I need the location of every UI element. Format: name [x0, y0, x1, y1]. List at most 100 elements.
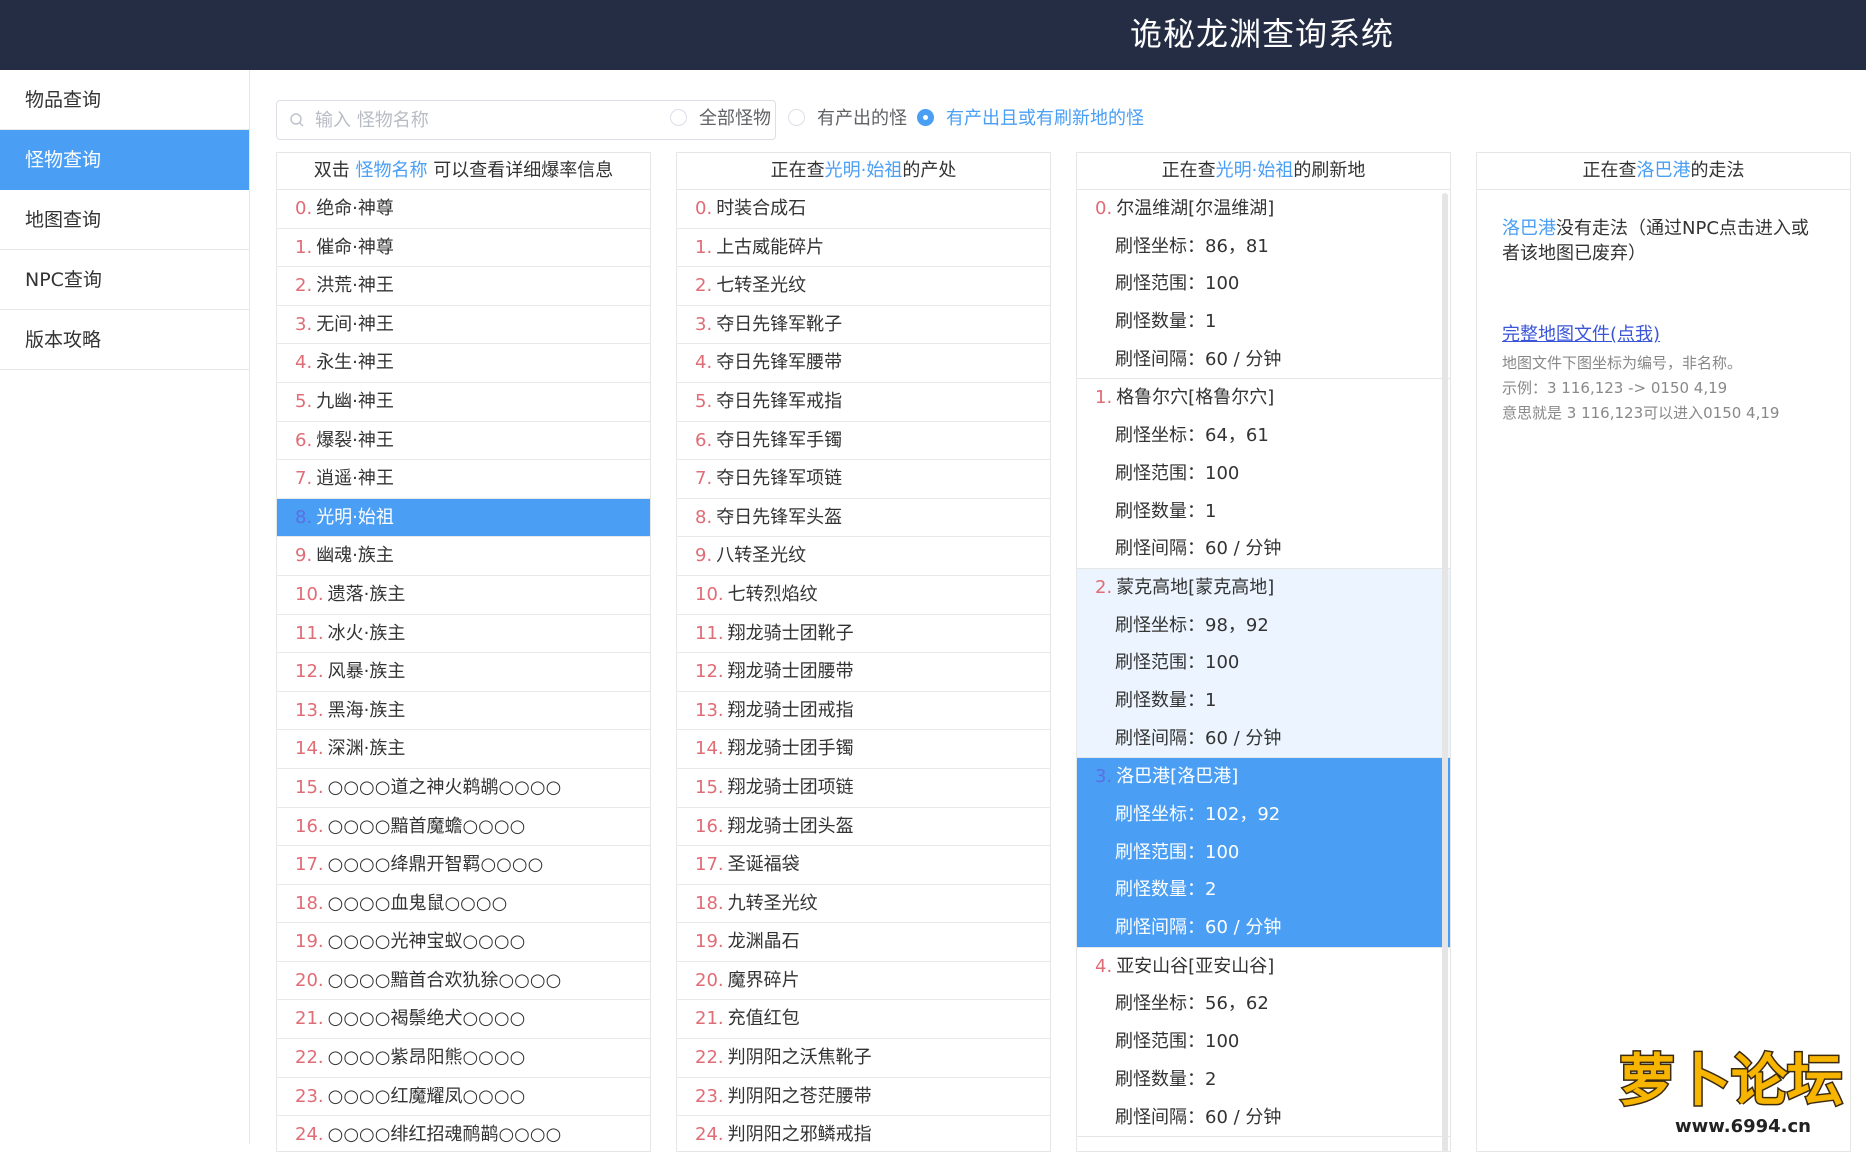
monster-row[interactable]: 11. 冰火·族主 — [277, 615, 650, 654]
spawn-count-line: 刷怪数量：2 — [1077, 1061, 1450, 1099]
drop-row[interactable]: 0. 时装合成石 — [677, 190, 1050, 229]
monster-row[interactable]: 10. 遗落·族主 — [277, 576, 650, 615]
drop-row[interactable]: 16. 翔龙骑士团头盔 — [677, 808, 1050, 847]
row-index: 2. — [295, 275, 313, 297]
monster-row[interactable]: 3. 无间·神王 — [277, 306, 650, 345]
spawn-count-line: 刷怪数量：1 — [1077, 682, 1450, 720]
monster-row[interactable]: 6. 爆裂·神王 — [277, 422, 650, 461]
drop-row[interactable]: 21. 充值红包 — [677, 1000, 1050, 1040]
header-text: 的走法 — [1690, 160, 1745, 181]
monster-row[interactable]: 5. 九幽·神王 — [277, 383, 650, 422]
monster-name: 深渊·族主 — [327, 738, 406, 760]
drop-row[interactable]: 24. 判阴阳之邪鳞戒指 — [677, 1116, 1050, 1151]
note-line: 意思就是 3 116,123可以进入0150 4,19 — [1502, 404, 1780, 422]
monster-row[interactable]: 0. 绝命·神尊 — [277, 190, 650, 229]
drop-row[interactable]: 7. 夺日先锋军项链 — [677, 460, 1050, 499]
drop-row[interactable]: 15. 翔龙骑士团项链 — [677, 769, 1050, 808]
drop-item-name: 翔龙骑士团头盔 — [727, 815, 854, 837]
row-index: 17. — [695, 854, 724, 876]
row-index: 22. — [695, 1047, 724, 1069]
monster-row[interactable]: 19. ○○○○光神宝蚁○○○○ — [277, 923, 650, 962]
monster-row[interactable]: 8. 光明·始祖 — [277, 498, 650, 538]
monster-row[interactable]: 14. 深渊·族主 — [277, 730, 650, 769]
sidebar-item-guide[interactable]: 版本攻略 — [0, 310, 249, 370]
map-name: 洛巴港 — [1502, 218, 1556, 239]
drop-row[interactable]: 3. 夺日先锋军靴子 — [677, 306, 1050, 345]
sidebar-item-npc-query[interactable]: NPC查询 — [0, 250, 249, 310]
filter-with-drops[interactable]: 有产出的怪 — [788, 102, 907, 132]
monster-row[interactable]: 18. ○○○○血鬼鼠○○○○ — [277, 885, 650, 924]
monster-row[interactable]: 13. 黑海·族主 — [277, 692, 650, 731]
route-body: 洛巴港没有走法（通过NPC点击进入或者该地图已废弃） 完整地图文件(点我) 地图… — [1477, 190, 1850, 426]
drop-item-name: 充值红包 — [727, 1008, 800, 1030]
drop-item-name: 七转圣光纹 — [716, 275, 807, 297]
drop-item-name: 夺日先锋军戒指 — [716, 390, 843, 412]
drop-row[interactable]: 6. 夺日先锋军手镯 — [677, 422, 1050, 461]
monster-name: ○○○○光神宝蚁○○○○ — [327, 931, 526, 953]
row-index: 7. — [295, 468, 313, 490]
row-index: 4. — [295, 352, 313, 374]
header-text: 的产处 — [902, 160, 957, 181]
drop-row[interactable]: 12. 翔龙骑士团腰带 — [677, 653, 1050, 692]
drop-row[interactable]: 11. 翔龙骑士团靴子 — [677, 615, 1050, 654]
spawn-map-group[interactable]: 1. 格鲁尔穴[格鲁尔穴] 刷怪坐标：64，61 刷怪范围：100 刷怪数量：1 刷怪间隔… — [1077, 379, 1450, 569]
radio-dot — [917, 108, 934, 126]
sidebar-item-monster-query[interactable]: 怪物查询 — [0, 130, 249, 190]
monster-row[interactable]: 23. ○○○○红魔耀凤○○○○ — [277, 1078, 650, 1117]
row-index: 13. — [695, 699, 724, 721]
monster-row[interactable]: 15. ○○○○道之神火鹈鹕○○○○ — [277, 769, 650, 808]
scrollbar[interactable] — [1442, 193, 1448, 1151]
drop-row[interactable]: 19. 龙渊晶石 — [677, 923, 1050, 962]
monster-row[interactable]: 12. 风暴·族主 — [277, 653, 650, 692]
spawn-interval-line: 刷怪间隔：60 / 分钟 — [1077, 1099, 1450, 1137]
monster-row[interactable]: 20. ○○○○黯首合欢犰狳○○○○ — [277, 962, 650, 1001]
drop-row[interactable]: 1. 上古威能碎片 — [677, 229, 1050, 268]
monster-row[interactable]: 21. ○○○○褐鬃绝犬○○○○ — [277, 1000, 650, 1040]
spawn-map-group[interactable]: 3. 洛巴港[洛巴港] 刷怪坐标：102，92 刷怪范围：100 刷怪数量：2 刷怪间隔：… — [1077, 758, 1450, 948]
filter-label: 有产出的怪 — [817, 108, 907, 129]
drop-row[interactable]: 5. 夺日先锋军戒指 — [677, 383, 1050, 422]
monster-row[interactable]: 1. 催命·神尊 — [277, 229, 650, 268]
monster-list-panel: 双击 怪物名称 可以查看详细爆率信息 0. 绝命·神尊 1. 催命·神尊 2. 洪荒·神王… — [276, 152, 651, 1152]
filter-label: 有产出且或有刷新地的怪 — [946, 108, 1144, 129]
drop-row[interactable]: 18. 九转圣光纹 — [677, 885, 1050, 924]
drop-row[interactable]: 20. 魔界碎片 — [677, 962, 1050, 1001]
spawn-count-value: 1 — [1205, 500, 1217, 522]
filter-drops-or-spawns[interactable]: 有产出且或有刷新地的怪 — [917, 102, 1144, 132]
drop-row[interactable]: 9. 八转圣光纹 — [677, 537, 1050, 576]
drop-row[interactable]: 22. 判阴阳之沃焦靴子 — [677, 1039, 1050, 1078]
spawn-count-value: 1 — [1205, 689, 1217, 711]
drop-row[interactable]: 2. 七转圣光纹 — [677, 267, 1050, 306]
monster-row[interactable]: 7. 逍遥·神王 — [277, 460, 650, 499]
drop-row[interactable]: 13. 翔龙骑士团戒指 — [677, 692, 1050, 731]
monster-row[interactable]: 24. ○○○○绯红招魂鸸鹋○○○○ — [277, 1116, 650, 1151]
monster-row[interactable]: 9. 幽魂·族主 — [277, 537, 650, 576]
monster-row[interactable]: 22. ○○○○紫昂阳熊○○○○ — [277, 1039, 650, 1078]
row-index: 12. — [295, 661, 324, 683]
monster-row[interactable]: 16. ○○○○黯首魔蟾○○○○ — [277, 808, 650, 847]
monster-row[interactable]: 4. 永生·神王 — [277, 344, 650, 383]
spawn-interval-value: 60 / 分钟 — [1205, 538, 1282, 560]
sidebar-item-item-query[interactable]: 物品查询 — [0, 70, 249, 130]
monster-name: ○○○○道之神火鹈鹕○○○○ — [327, 776, 562, 798]
drop-row[interactable]: 4. 夺日先锋军腰带 — [677, 344, 1050, 383]
row-index: 9. — [295, 545, 313, 567]
header-highlight: 洛巴港 — [1636, 160, 1691, 181]
spawn-map-group[interactable]: 2. 蒙克高地[蒙克高地] 刷怪坐标：98，92 刷怪范围：100 刷怪数量：1 刷怪间隔… — [1077, 568, 1450, 759]
drop-row[interactable]: 23. 判阴阳之苍茫腰带 — [677, 1078, 1050, 1117]
spawn-map-group[interactable]: 0. 尔温维湖[尔温维湖] 刷怪坐标：86，81 刷怪范围：100 刷怪数量：1 刷怪间隔… — [1077, 190, 1450, 380]
monster-name: 催命·神尊 — [316, 236, 394, 258]
spawn-interval-line: 刷怪间隔：60 / 分钟 — [1077, 341, 1450, 379]
spawn-map-group[interactable]: 4. 亚安山谷[亚安山谷] 刷怪坐标：56，62 刷怪范围：100 刷怪数量：2 刷怪间隔… — [1077, 948, 1450, 1138]
filter-all-monsters[interactable]: 全部怪物 — [670, 102, 771, 132]
drop-row[interactable]: 10. 七转烈焰纹 — [677, 576, 1050, 615]
spawn-range-line: 刷怪范围：100 — [1077, 455, 1450, 493]
monster-row[interactable]: 2. 洪荒·神王 — [277, 267, 650, 306]
drop-row[interactable]: 17. 圣诞福袋 — [677, 846, 1050, 885]
drop-row[interactable]: 14. 翔龙骑士团手镯 — [677, 730, 1050, 769]
sidebar-item-map-query[interactable]: 地图查询 — [0, 190, 249, 250]
drop-row[interactable]: 8. 夺日先锋军头盔 — [677, 499, 1050, 538]
monster-row[interactable]: 17. ○○○○绛鼎开智羁○○○○ — [277, 846, 650, 885]
full-map-file-link[interactable]: 完整地图文件(点我) — [1502, 322, 1660, 347]
row-index: 14. — [295, 738, 324, 760]
